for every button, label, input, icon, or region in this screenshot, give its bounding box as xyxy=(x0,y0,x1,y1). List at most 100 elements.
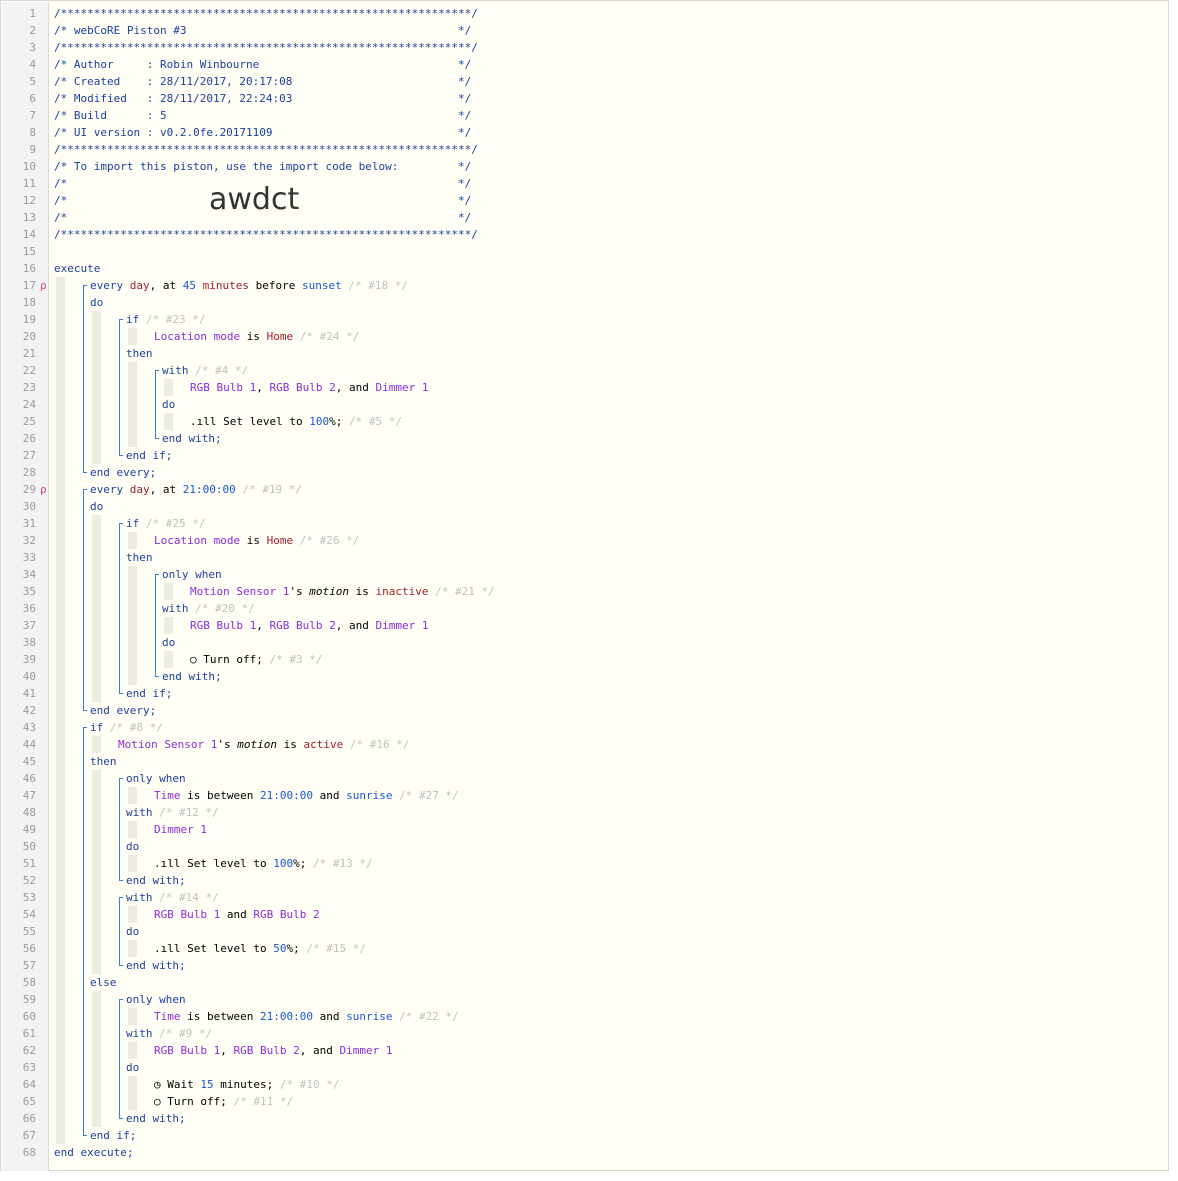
code-line: do xyxy=(90,498,103,515)
code-line: then xyxy=(126,345,153,362)
block-bracket-bottom xyxy=(155,433,159,439)
code-token: is xyxy=(240,534,267,547)
block-bracket-top xyxy=(83,285,87,291)
indent-guide xyxy=(92,311,101,464)
code-line: end with; xyxy=(162,430,222,447)
comment: /* #20 */ xyxy=(188,602,255,615)
keyword: with xyxy=(162,364,189,377)
code-line: ○ Turn off; /* #11 */ xyxy=(154,1093,293,1110)
line-number: 50 xyxy=(22,840,36,853)
code-line: /* Created : 28/11/2017, 20:17:08 */ xyxy=(54,73,471,90)
device-name: Time xyxy=(154,1010,181,1023)
code-line: Motion Sensor 1's motion is active /* #1… xyxy=(118,736,409,753)
code-line: /* UI version : v0.2.0fe.20171109 */ xyxy=(54,124,471,141)
line-number: 58 xyxy=(22,976,36,989)
code-token: Turn off; xyxy=(203,653,263,666)
code-line: /* To import this piston, use the import… xyxy=(54,158,471,175)
value: 50 xyxy=(273,942,287,955)
line-number: 33 xyxy=(22,551,36,564)
line-number: 36 xyxy=(22,602,36,615)
comment: /* #19 */ xyxy=(235,483,302,496)
code-line: with /* #4 */ xyxy=(162,362,248,379)
indent-guide xyxy=(128,1076,137,1110)
indent-guide xyxy=(128,855,137,872)
header-comment: /* Created : 28/11/2017, 20:17:08 */ xyxy=(54,75,472,88)
code-line: end with; xyxy=(126,1110,186,1127)
signal-icon: .ıll xyxy=(190,415,224,428)
value: 100 xyxy=(273,857,294,870)
code-line: .ıll Set level to 100%; /* #5 */ xyxy=(190,413,402,430)
indent-guide xyxy=(128,1008,137,1025)
keyword: end execute; xyxy=(54,1146,134,1159)
code-line: /***************************************… xyxy=(54,5,478,22)
line-number: 10 xyxy=(22,160,36,173)
indent-guide xyxy=(164,583,173,600)
keyword: do xyxy=(126,1061,140,1074)
code-line: /***************************************… xyxy=(54,141,478,158)
header-comment: /* Modified : 28/11/2017, 22:24:03 */ xyxy=(54,92,472,105)
code-line: Location mode is Home /* #24 */ xyxy=(154,328,359,345)
indent-guide xyxy=(92,736,101,753)
header-comment: /***************************************… xyxy=(54,41,478,54)
code-line: end with; xyxy=(126,957,186,974)
block-bracket-top xyxy=(119,999,123,1005)
code-line: do xyxy=(90,294,103,311)
line-number: 45 xyxy=(22,755,36,768)
string-value: day xyxy=(129,279,150,292)
line-number: 9 xyxy=(29,143,36,156)
code-token: Wait xyxy=(167,1078,201,1091)
import-code: awdct xyxy=(209,182,300,217)
keyword: with xyxy=(126,891,153,904)
keyword: end with; xyxy=(162,670,222,683)
indent-guide xyxy=(128,328,137,345)
comment: /* #8 */ xyxy=(103,721,163,734)
keyword: end every; xyxy=(90,466,157,479)
pin-icon[interactable]: ρ xyxy=(40,277,47,294)
signal-icon: .ıll xyxy=(154,857,188,870)
code-line: Location mode is Home /* #26 */ xyxy=(154,532,359,549)
indent-guide xyxy=(92,991,101,1127)
code-editor: 1 2 3 4 5 6 7 8 9 10 11 12 13 14 15 16 17 18 19 20 21 22 23 24 2… xyxy=(0,0,1169,1171)
block-bracket xyxy=(83,727,84,1135)
line-number: 19 xyxy=(22,313,36,326)
keyword: end if; xyxy=(90,1129,137,1142)
code-token: is xyxy=(276,738,304,751)
device-name: Time xyxy=(154,789,181,802)
attribute: motion xyxy=(309,585,349,598)
code-token: and xyxy=(220,908,254,921)
code-line: with /* #20 */ xyxy=(162,600,255,617)
indent-guide xyxy=(164,413,173,430)
line-number: 24 xyxy=(22,398,36,411)
device-name: Dimmer 1 xyxy=(375,619,429,632)
code-line: RGB Bulb 1, RGB Bulb 2, and Dimmer 1 xyxy=(190,379,428,396)
line-number: 7 xyxy=(29,109,36,122)
block-bracket-bottom xyxy=(119,450,123,456)
line-number: 30 xyxy=(22,500,36,513)
keyword: end with; xyxy=(126,959,186,972)
block-bracket-bottom xyxy=(83,705,87,711)
pin-icon[interactable]: ρ xyxy=(40,481,47,498)
code-line: end every; xyxy=(90,464,156,481)
line-number: 66 xyxy=(22,1112,36,1125)
code-line: end with; xyxy=(162,668,222,685)
indent-guide xyxy=(128,787,137,804)
line-number: 47 xyxy=(22,789,36,802)
keyword: do xyxy=(162,398,176,411)
line-number: 38 xyxy=(22,636,36,649)
comment: /* #13 */ xyxy=(306,857,373,870)
comment: /* #10 */ xyxy=(273,1078,340,1091)
code-line: RGB Bulb 1, RGB Bulb 2, and Dimmer 1 xyxy=(190,617,428,634)
line-number: 6 xyxy=(29,92,36,105)
indent-guide xyxy=(128,906,137,923)
keyword: do xyxy=(126,840,140,853)
code-line: with /* #9 */ xyxy=(126,1025,212,1042)
indent-guide xyxy=(92,770,101,974)
block-bracket-top xyxy=(155,370,159,376)
device-name: Location mode xyxy=(154,534,241,547)
code-line: end if; xyxy=(126,447,172,464)
code-line: with /* #12 */ xyxy=(126,804,219,821)
indent-guide xyxy=(128,566,137,685)
code-line: only when xyxy=(126,770,186,787)
code-line: RGB Bulb 1, RGB Bulb 2, and Dimmer 1 xyxy=(154,1042,392,1059)
keyword: then xyxy=(126,347,153,360)
